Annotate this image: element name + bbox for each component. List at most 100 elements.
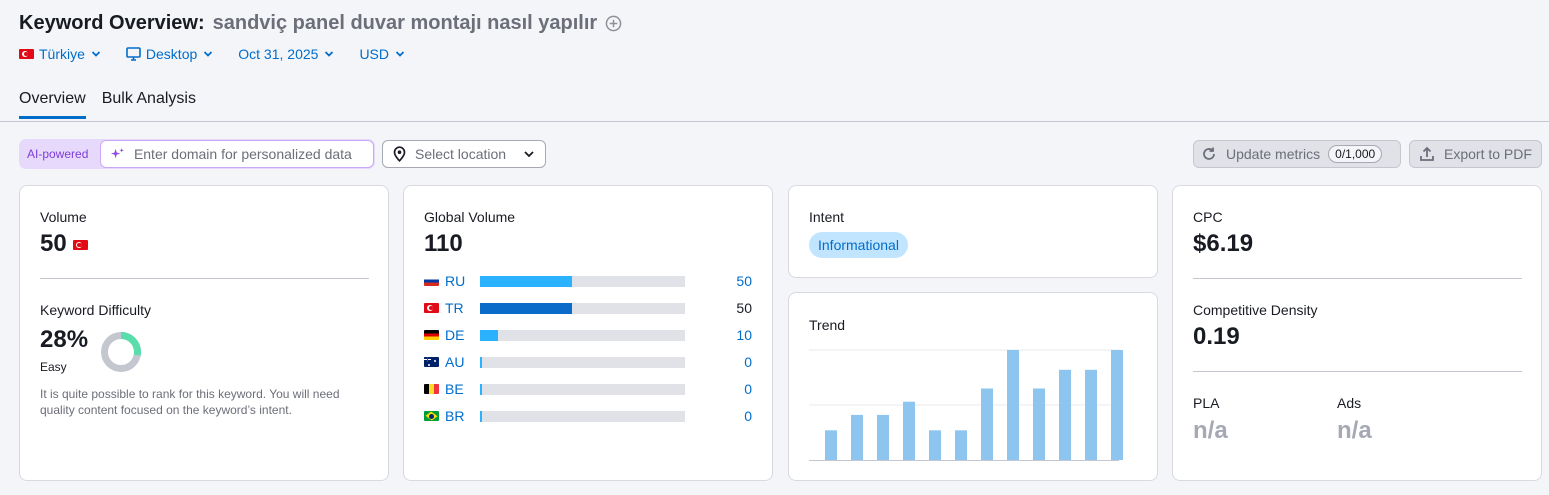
country-filter[interactable]: Türkiye [19, 44, 101, 64]
russia-flag-icon [424, 276, 439, 286]
export-pdf-button[interactable]: Export to PDF [1409, 140, 1542, 168]
domain-input-wrapper[interactable] [100, 140, 374, 168]
global-volume-label: Global Volume [424, 209, 516, 225]
volume-label: Volume [40, 209, 87, 225]
australia-flag-icon [424, 357, 439, 367]
add-circle-icon[interactable] [605, 15, 622, 32]
export-pdf-label: Export to PDF [1444, 146, 1532, 162]
country-row-au[interactable]: AU 0 [424, 352, 754, 372]
tabs-divider [0, 121, 1549, 122]
country-volume-bar-fill [480, 275, 573, 287]
country-volume-bar-fill [480, 383, 483, 395]
trend-bar[interactable] [877, 414, 889, 460]
update-metrics-label: Update metrics [1226, 146, 1321, 162]
country-volume-bar-fill [480, 302, 573, 314]
intent-badge: Informational [809, 232, 908, 258]
ads-value: n/a [1337, 417, 1372, 444]
trend-bar[interactable] [1111, 350, 1123, 460]
intent-card: Intent Informational [788, 185, 1158, 278]
country-volume-bar [480, 275, 685, 287]
cpc-value: $6.19 [1193, 230, 1254, 257]
trend-card: Trend [788, 292, 1158, 481]
turkey-flag-icon [19, 49, 34, 59]
country-volume-bar [480, 410, 685, 422]
keyword-difficulty-value: 28% [40, 326, 89, 353]
country-volume-bar [480, 329, 685, 341]
country-code: BE [445, 381, 464, 397]
update-counter-badge: 0/1,000 [1328, 145, 1383, 163]
country-code: RU [445, 273, 466, 289]
competitive-density-label: Competitive Density [1193, 302, 1318, 318]
sparkle-icon [110, 147, 125, 158]
tab-bulk-analysis[interactable]: Bulk Analysis [102, 90, 196, 119]
turkey-flag-icon [72, 240, 88, 250]
country-code: TR [445, 300, 464, 316]
trend-bar[interactable] [851, 414, 863, 460]
card-divider [1193, 278, 1522, 279]
volume-value: 50 [40, 230, 67, 257]
tab-overview[interactable]: Overview [19, 90, 86, 119]
card-divider [1193, 371, 1522, 372]
device-filter-label: Desktop [145, 46, 198, 62]
trend-bar-chart [809, 349, 1123, 461]
trend-bar[interactable] [903, 401, 915, 460]
trend-bar[interactable] [1033, 388, 1045, 461]
trend-bar[interactable] [981, 388, 993, 461]
volume-value-row: 50 [40, 230, 93, 258]
date-filter[interactable]: Oct 31, 2025 [238, 44, 334, 64]
keyword-difficulty-level: Easy [40, 360, 67, 374]
trend-bar[interactable] [1007, 350, 1019, 460]
country-row-tr[interactable]: TR 50 [424, 298, 754, 318]
global-volume-card: Global Volume 110 RU 50 TR 50 DE 10 AU 0… [403, 185, 773, 481]
device-filter[interactable]: Desktop [126, 44, 213, 64]
country-row-br[interactable]: BR 0 [424, 406, 754, 426]
location-select[interactable]: Select location [382, 140, 546, 168]
ai-domain-box: AI-powered [19, 139, 375, 169]
currency-filter[interactable]: USD [359, 44, 405, 64]
brazil-flag-icon [424, 411, 439, 421]
keyword-title: sandviç panel duvar montajı nasıl yapılı… [212, 11, 598, 34]
country-volume-bar [480, 356, 685, 368]
country-volume-value: 0 [744, 381, 752, 397]
currency-filter-label: USD [359, 46, 389, 62]
country-filter-label: Türkiye [39, 46, 85, 62]
global-volume-value: 110 [424, 230, 463, 257]
country-volume-bar [480, 302, 685, 314]
pla-label: PLA [1193, 395, 1220, 411]
filter-bar: Türkiye Desktop Oct 31, 2025 USD [19, 44, 430, 64]
update-metrics-button[interactable]: Update metrics 0/1,000 [1193, 140, 1401, 168]
trend-bar[interactable] [955, 430, 967, 460]
chevron-down-icon [524, 151, 534, 158]
country-row-de[interactable]: DE 10 [424, 325, 754, 345]
export-icon [1420, 146, 1434, 161]
country-row-ru[interactable]: RU 50 [424, 271, 754, 291]
keyword-difficulty-label: Keyword Difficulty [40, 302, 152, 318]
country-volume-bar [480, 383, 685, 395]
tab-bar: Overview Bulk Analysis [19, 90, 196, 119]
country-volume-value: 50 [736, 300, 752, 316]
trend-bar[interactable] [929, 430, 941, 460]
country-code: AU [445, 354, 465, 370]
chevron-down-icon [91, 51, 101, 57]
page-title: Keyword Overview: [19, 11, 205, 34]
trend-bar[interactable] [1059, 369, 1071, 460]
domain-input[interactable] [133, 146, 373, 162]
country-volume-value: 0 [744, 354, 752, 370]
difficulty-donut-chart [101, 332, 141, 372]
cpc-label: CPC [1193, 209, 1223, 225]
trend-bar[interactable] [825, 430, 837, 460]
desktop-icon [126, 47, 141, 61]
page-header: Keyword Overview: sandviç panel duvar mo… [19, 10, 622, 36]
country-row-be[interactable]: BE 0 [424, 379, 754, 399]
cpc-card: CPC $6.19 Competitive Density 0.19 PLA n… [1172, 185, 1542, 481]
country-code: DE [445, 327, 465, 343]
country-volume-bar-fill [480, 329, 499, 341]
pla-value: n/a [1193, 417, 1228, 444]
ai-powered-label: AI-powered [27, 147, 89, 161]
ads-label: Ads [1337, 395, 1362, 411]
trend-bar[interactable] [1085, 369, 1097, 460]
country-volume-value: 0 [744, 408, 752, 424]
location-select-label: Select location [415, 146, 507, 162]
country-volume-bar-fill [480, 410, 483, 422]
date-filter-label: Oct 31, 2025 [238, 46, 319, 62]
